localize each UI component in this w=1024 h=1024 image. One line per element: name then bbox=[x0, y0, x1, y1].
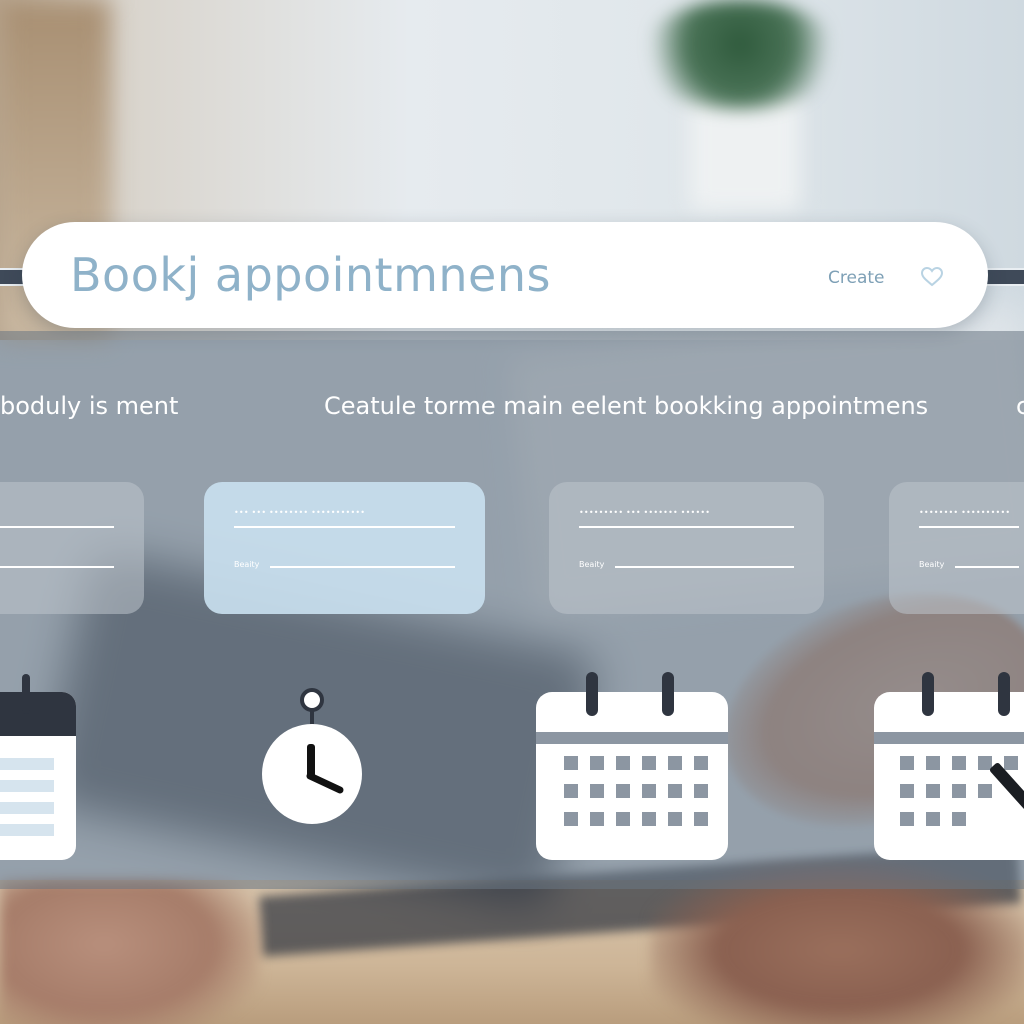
calendar-edit-icon[interactable] bbox=[872, 670, 1024, 862]
card-line bbox=[579, 526, 794, 528]
panel-caption-right: c bbox=[1016, 392, 1024, 420]
appointment-card[interactable]: •••••••• •••••••••• Beaity bbox=[889, 482, 1024, 614]
card-label: Beaity bbox=[919, 560, 945, 569]
card-title: ••••••••• ••• ••••••• •••••• bbox=[579, 508, 711, 517]
card-line bbox=[955, 566, 1019, 568]
create-button[interactable]: Create bbox=[828, 268, 885, 288]
card-line bbox=[919, 526, 1019, 528]
card-line bbox=[0, 566, 114, 568]
card-line bbox=[0, 526, 114, 528]
calendar-icon[interactable] bbox=[0, 672, 78, 862]
card-line bbox=[234, 526, 455, 528]
appointment-card[interactable] bbox=[0, 482, 144, 614]
heart-icon[interactable] bbox=[920, 265, 944, 289]
card-label: Beaity bbox=[234, 560, 260, 569]
panel-caption-center: Ceatule torme main eelent bookking appoi… bbox=[324, 392, 929, 420]
header-bar: Bookj appointmnens Create bbox=[22, 222, 988, 328]
card-title: ••• ••• •••••••• ••••••••••• bbox=[234, 508, 366, 517]
clock-icon[interactable] bbox=[258, 688, 366, 830]
card-title: •••••••• •••••••••• bbox=[919, 508, 1011, 517]
card-line bbox=[270, 566, 455, 568]
page-title: Bookj appointmnens bbox=[70, 248, 551, 302]
appointment-card[interactable]: ••• ••• •••••••• ••••••••••• Beaity bbox=[204, 482, 485, 614]
card-label: Beaity bbox=[579, 560, 605, 569]
appointment-card[interactable]: ••••••••• ••• ••••••• •••••• Beaity bbox=[549, 482, 824, 614]
card-line bbox=[615, 566, 794, 568]
calendar-icon[interactable] bbox=[534, 670, 730, 862]
panel-caption-left: boduly is ment bbox=[0, 392, 179, 420]
header-rail-right bbox=[985, 268, 1024, 286]
